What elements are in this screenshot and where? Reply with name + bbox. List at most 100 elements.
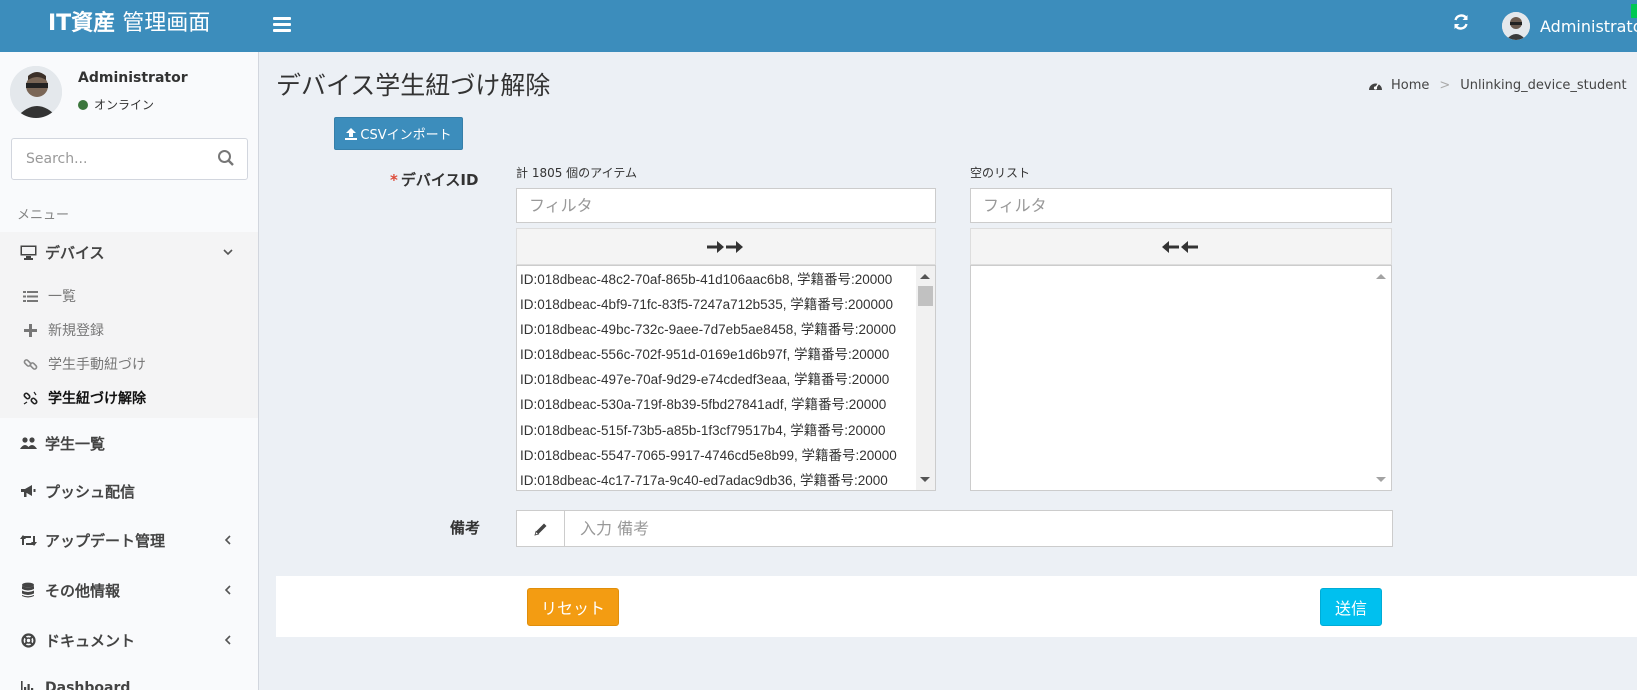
online-status: オンライン [78, 96, 154, 113]
desktop-icon [19, 244, 37, 260]
sidebar-item-devices[interactable]: デバイス [0, 234, 258, 270]
online-status-label: オンライン [94, 98, 155, 112]
sidebar-subitem-label: 学生手動紐づけ [48, 357, 146, 373]
database-icon [19, 582, 37, 598]
sidebar-toggle-icon[interactable] [273, 14, 291, 36]
list-item[interactable]: ID:018dbeac-515f-73b5-a85b-1f3cf79517b4,… [517, 418, 915, 443]
remarks-label: 備考 [450, 519, 481, 537]
list-item[interactable]: ID:018dbeac-49bc-732c-9aee-7d7eb5ae8458,… [517, 317, 915, 342]
scroll-up-icon[interactable] [920, 274, 930, 279]
list-item[interactable]: ID:018dbeac-556c-702f-951d-0169e1d6b97f,… [517, 342, 915, 367]
move-all-right-button[interactable] [516, 228, 936, 265]
link-icon [22, 356, 38, 372]
sidebar-item-label: プッシュ配信 [45, 482, 136, 501]
dashboard-icon [1368, 79, 1383, 92]
selected-devices-list[interactable] [970, 265, 1392, 491]
device-id-label-text: デバイスID [400, 171, 479, 189]
logo-light-text: 管理画面 [122, 11, 211, 36]
breadcrumb-separator: > [1439, 78, 1451, 93]
chevron-left-icon [222, 632, 236, 646]
sidebar-item-label: Dashboard [45, 680, 131, 690]
breadcrumb-current: Unlinking_device_student [1460, 78, 1627, 93]
bar-chart-icon [19, 680, 37, 690]
avatar [1502, 12, 1530, 40]
move-all-left-button[interactable] [970, 228, 1392, 265]
status-indicator [1631, 4, 1637, 18]
page-title: デバイス学生紐づけ解除 [276, 71, 551, 100]
refresh-icon[interactable] [1452, 12, 1470, 36]
sidebar-item-label: アップデート管理 [45, 531, 166, 550]
available-devices-list[interactable]: ID:018dbeac-48c2-70af-865b-41d106aac6b8,… [516, 265, 936, 491]
list-item[interactable]: ID:018dbeac-530a-719f-8b39-5fbd27841adf,… [517, 392, 915, 417]
list-item[interactable]: ID:018dbeac-497e-70af-9d29-e74cdedf3eaa,… [517, 367, 915, 392]
left-list-scrollbar[interactable] [916, 266, 935, 490]
search-icon[interactable] [217, 149, 237, 169]
form-footer [276, 576, 1637, 637]
scroll-down-icon[interactable] [920, 477, 930, 482]
device-id-label: * デバイスID [390, 169, 478, 190]
sidebar-item-label: ドキュメント [45, 631, 136, 650]
status-dot-icon [78, 99, 88, 110]
user-menu[interactable]: Administrator [1502, 11, 1637, 41]
logo-bold-text: IT資産 [48, 11, 116, 36]
chevron-left-icon [222, 532, 236, 546]
double-arrow-right-icon [707, 240, 745, 254]
sidebar-subitem-list[interactable]: 一覧 [0, 281, 258, 311]
chevron-left-icon [222, 582, 236, 596]
double-arrow-left-icon [1162, 240, 1200, 254]
remarks-input-group [516, 510, 1393, 547]
menu-header: メニュー [17, 208, 70, 223]
sidebar-item-label: その他情報 [45, 581, 121, 600]
retweet-icon [19, 532, 37, 548]
list-item[interactable]: ID:018dbeac-5547-7065-9917-4746cd5e8b99,… [517, 443, 915, 468]
right-list-caption: 空のリスト [970, 166, 1031, 180]
sidebar-item-label: 学生一覧 [45, 434, 106, 453]
sidebar-subitem-new[interactable]: 新規登録 [0, 315, 258, 345]
scroll-thumb[interactable] [918, 286, 933, 306]
chevron-down-icon [222, 244, 236, 258]
user-panel: Administrator オンライン [10, 64, 250, 124]
right-filter-input[interactable] [970, 188, 1392, 223]
scroll-down-icon[interactable] [1376, 477, 1386, 482]
list-item[interactable]: ID:018dbeac-48c2-70af-865b-41d106aac6b8,… [517, 267, 915, 292]
sidebar-item-label: デバイス [45, 243, 105, 262]
avatar [10, 66, 62, 118]
sidebar: Administrator オンライン メニュー デバイス 一覧 新規登録 [0, 52, 259, 690]
plus-icon [22, 322, 38, 338]
breadcrumb: Home > Unlinking_device_student [1368, 78, 1627, 93]
sidebar-item-other-info[interactable]: その他情報 [0, 572, 258, 608]
pencil-icon [517, 511, 565, 546]
breadcrumb-home-link[interactable]: Home [1391, 78, 1429, 93]
app-logo[interactable]: IT資産 管理画面 [0, 0, 259, 52]
send-button[interactable]: 送信 [1320, 588, 1382, 626]
upload-icon [345, 127, 358, 140]
remarks-input[interactable] [566, 511, 1392, 546]
sidebar-item-dashboard[interactable]: Dashboard [0, 670, 258, 690]
bullhorn-icon [19, 483, 37, 499]
sidebar-subitem-label: 学生紐づけ解除 [48, 391, 146, 407]
sidebar-item-students[interactable]: 学生一覧 [0, 425, 258, 461]
sidebar-item-updates[interactable]: アップデート管理 [0, 522, 258, 558]
top-navbar: IT資産 管理画面 Administrator [0, 0, 1637, 52]
list-item[interactable]: ID:018dbeac-4c17-717a-9c40-ed7adac9db36,… [517, 468, 915, 490]
sidebar-subitem-label: 一覧 [48, 289, 76, 305]
search-input[interactable] [12, 139, 202, 179]
sidebar-subitem-unlink[interactable]: 学生紐づけ解除 [0, 383, 258, 413]
sidebar-item-documents[interactable]: ドキュメント [0, 622, 258, 658]
csv-import-button[interactable]: CSVインポート [334, 117, 463, 150]
sidebar-subitem-manual-link[interactable]: 学生手動紐づけ [0, 349, 258, 379]
reset-button[interactable]: リセット [527, 588, 619, 626]
list-item[interactable]: ID:018dbeac-4bf9-71fc-83f5-7247a712b535,… [517, 292, 915, 317]
list-icon [22, 288, 38, 304]
sidebar-search [11, 138, 248, 180]
scroll-up-icon[interactable] [1376, 274, 1386, 279]
csv-import-label: CSVインポート [360, 128, 452, 143]
sidebar-item-push[interactable]: プッシュ配信 [0, 473, 258, 509]
life-ring-icon [19, 632, 37, 648]
right-list-scrollbar[interactable] [1372, 266, 1391, 490]
left-filter-input[interactable] [516, 188, 936, 223]
sidebar-subitem-label: 新規登録 [48, 323, 104, 339]
user-menu-name: Administrator [1540, 16, 1637, 36]
users-icon [19, 435, 37, 451]
required-mark: * [390, 171, 398, 189]
